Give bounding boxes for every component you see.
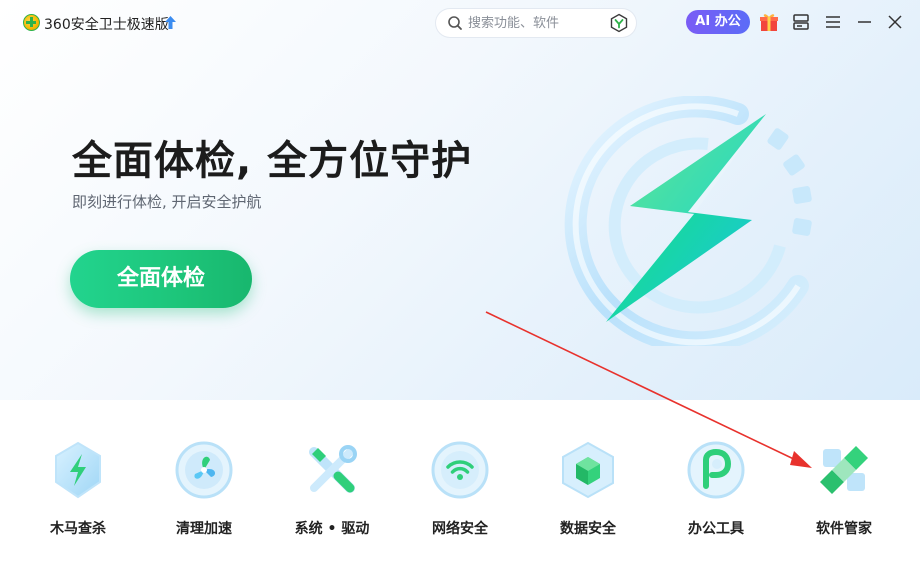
app-logo-icon <box>23 14 40 31</box>
tools-row: 木马查杀 清理加速 系统 • 驱动 网络安全 数据安全 办公工具 软件管家 <box>0 400 920 580</box>
cleanup-fan-icon <box>175 441 233 499</box>
tool-network-security[interactable]: 网络安全 <box>408 440 508 550</box>
trojan-scan-icon <box>55 441 101 499</box>
system-tools-icon <box>309 445 357 493</box>
hero-headline: 全面体检, 全方位守护 <box>72 138 473 184</box>
tool-label: 网络安全 <box>432 521 488 537</box>
search-input[interactable] <box>468 13 598 33</box>
tool-system-driver[interactable]: 系统 • 驱动 <box>280 440 380 550</box>
app-title: 360安全卫士极速版 <box>44 17 169 33</box>
full-scan-button[interactable]: 全面体检 <box>70 250 252 308</box>
tool-software-manager[interactable]: 软件管家 <box>792 440 892 550</box>
title-bar: 360安全卫士极速版 AI 办公 <box>0 0 920 46</box>
lightning-shield-emblem-icon <box>564 96 812 346</box>
tool-label: 系统 • 驱动 <box>294 521 370 537</box>
hero-subline: 即刻进行体检, 开启安全护航 <box>72 193 262 211</box>
gift-icon[interactable] <box>758 11 780 33</box>
wifi-icon <box>431 441 489 499</box>
tool-label: 数据安全 <box>560 521 616 537</box>
search-icon <box>448 16 462 30</box>
software-manager-icon <box>820 446 868 494</box>
layout-switch-icon[interactable] <box>790 11 812 33</box>
office-p-icon <box>687 441 745 499</box>
tool-office-tools[interactable]: 办公工具 <box>664 440 764 550</box>
close-icon[interactable] <box>884 11 906 33</box>
menu-icon[interactable] <box>822 11 844 33</box>
tool-cleanup[interactable]: 清理加速 <box>152 440 252 550</box>
tool-trojan-scan[interactable]: 木马查杀 <box>26 440 126 550</box>
tool-data-security[interactable]: 数据安全 <box>536 440 636 550</box>
data-cube-icon <box>562 441 614 499</box>
app-window: 360安全卫士极速版 AI 办公 <box>0 0 920 580</box>
tool-label: 清理加速 <box>176 521 232 537</box>
search-assistant-icon[interactable] <box>609 13 629 33</box>
minimize-icon[interactable] <box>854 11 876 33</box>
tool-label: 软件管家 <box>816 521 872 537</box>
ai-office-button[interactable]: AI 办公 <box>686 10 750 34</box>
tool-label: 木马查杀 <box>50 521 106 537</box>
tool-label: 办公工具 <box>688 521 744 537</box>
search-box[interactable] <box>436 9 636 37</box>
upgrade-arrow-icon[interactable] <box>164 15 177 30</box>
